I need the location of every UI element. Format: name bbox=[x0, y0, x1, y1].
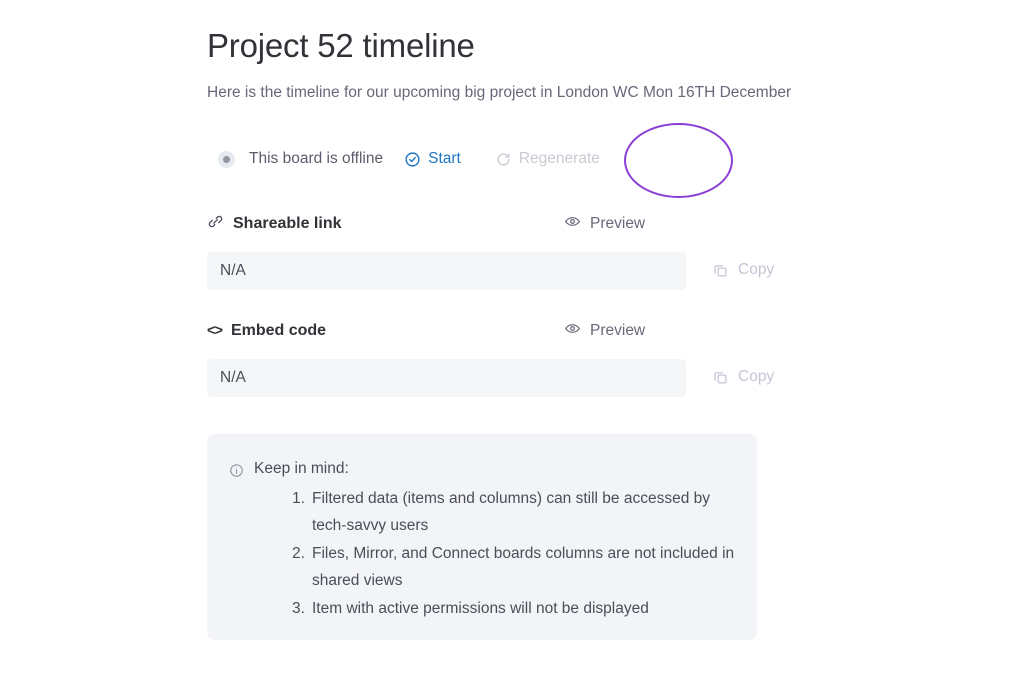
radio-dot bbox=[223, 155, 230, 163]
embed-code-section: <> Embed code Preview N/A Copy bbox=[207, 320, 807, 397]
list-item: Filtered data (items and columns) can st… bbox=[292, 485, 711, 534]
shareable-link-preview-button[interactable]: Preview bbox=[564, 213, 645, 235]
check-circle-icon bbox=[404, 151, 421, 168]
embed-code-preview-label: Preview bbox=[590, 322, 646, 339]
keep-in-mind-title: Keep in mind: bbox=[254, 460, 349, 477]
shareable-link-preview-label: Preview bbox=[590, 215, 646, 232]
board-status-label: This board is offline bbox=[249, 150, 384, 167]
info-circle-icon bbox=[229, 460, 244, 478]
list-item: Files, Mirror, and Connect boards column… bbox=[292, 540, 735, 589]
page-subtitle: Here is the timeline for our upcoming bi… bbox=[207, 84, 792, 101]
embed-code-header: <> Embed code Preview bbox=[207, 320, 807, 342]
embed-code-copy-button[interactable]: Copy bbox=[712, 368, 774, 386]
start-button[interactable]: Start bbox=[404, 150, 461, 168]
embed-code-preview-button[interactable]: Preview bbox=[564, 320, 645, 342]
page-title: Project 52 timeline bbox=[207, 27, 475, 64]
shareable-link-input[interactable] bbox=[207, 252, 686, 290]
code-icon: <> bbox=[207, 322, 223, 339]
eye-icon bbox=[564, 213, 581, 235]
link-icon bbox=[207, 213, 224, 235]
eye-icon bbox=[564, 320, 581, 342]
shareable-link-copy-label: Copy bbox=[738, 261, 775, 278]
copy-icon bbox=[712, 369, 729, 386]
start-button-label: Start bbox=[428, 150, 461, 167]
refresh-icon bbox=[495, 151, 512, 168]
shareable-link-header: Shareable link Preview bbox=[207, 213, 807, 235]
copy-icon bbox=[712, 262, 729, 279]
shareable-link-section: Shareable link Preview N/A Copy bbox=[207, 213, 807, 290]
list-item: Item with active permissions will not be… bbox=[292, 595, 649, 622]
keep-in-mind-list: Filtered data (items and columns) can st… bbox=[229, 485, 735, 622]
keep-in-mind-panel: Keep in mind: Filtered data (items and c… bbox=[207, 434, 757, 640]
keep-in-mind-header: Keep in mind: bbox=[229, 460, 735, 478]
embed-code-label: Embed code bbox=[230, 322, 327, 339]
shareable-link-label: Shareable link bbox=[233, 215, 342, 232]
regenerate-button-label: Regenerate bbox=[518, 150, 600, 167]
regenerate-button[interactable]: Regenerate bbox=[495, 150, 600, 168]
shareable-link-label-group: Shareable link bbox=[207, 213, 342, 235]
embed-code-copy-label: Copy bbox=[738, 368, 775, 385]
shareable-link-row: Copy bbox=[207, 252, 807, 290]
embed-code-row: Copy bbox=[207, 359, 807, 397]
radio-filled-icon[interactable] bbox=[218, 150, 235, 168]
embed-code-label-group: <> Embed code bbox=[207, 322, 326, 340]
shareable-link-copy-button[interactable]: Copy bbox=[712, 261, 774, 279]
start-highlight-annotation bbox=[624, 123, 733, 198]
embed-code-input[interactable] bbox=[207, 359, 686, 397]
board-status-row: This board is offline Start Regenerate bbox=[218, 145, 600, 173]
